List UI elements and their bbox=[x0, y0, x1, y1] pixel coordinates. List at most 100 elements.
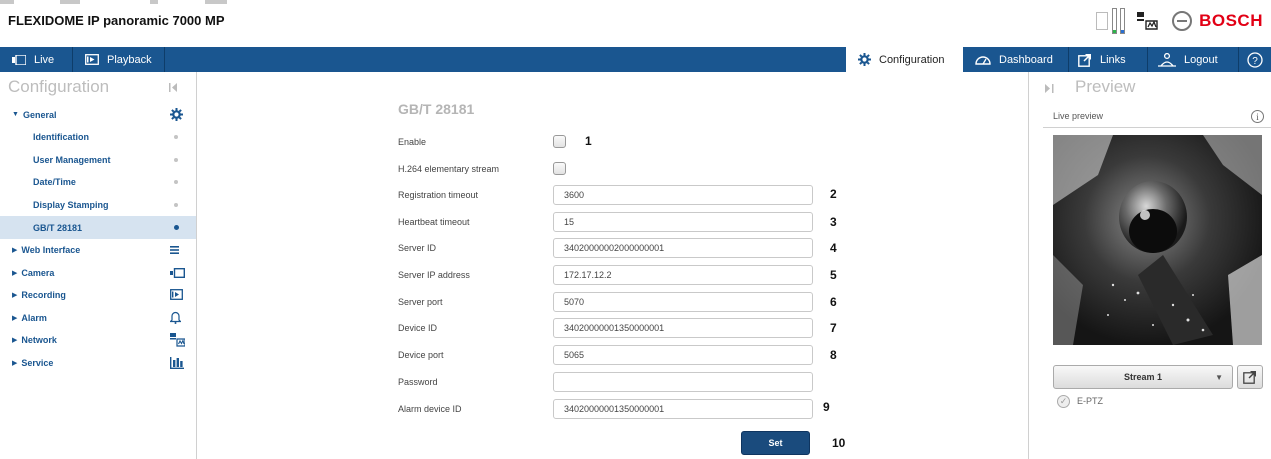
server-port-label: Server port bbox=[398, 297, 443, 307]
signal-bar-icon bbox=[1112, 8, 1118, 34]
sidebar-item-date-time[interactable]: Date/Time bbox=[0, 170, 196, 193]
collapsed-arrow-icon: ▶ bbox=[12, 314, 18, 322]
sidebar-item-label: User Management bbox=[33, 154, 111, 165]
nav-configuration[interactable]: Configuration bbox=[846, 47, 963, 72]
sidebar-item-display-stamping[interactable]: Display Stamping bbox=[0, 193, 196, 216]
network-status-icon[interactable] bbox=[1136, 11, 1158, 31]
collapsed-arrow-icon: ▶ bbox=[12, 291, 18, 299]
sidebar-item-label: Identification bbox=[33, 131, 89, 142]
nav-dashboard-label: Dashboard bbox=[999, 53, 1053, 66]
bosch-logo: BOSCH bbox=[1172, 11, 1263, 31]
eptz-checkbox[interactable]: ✓ bbox=[1057, 395, 1070, 408]
server-port-field[interactable] bbox=[553, 292, 813, 312]
set-button[interactable]: Set bbox=[741, 431, 810, 455]
status-dot-icon bbox=[174, 179, 178, 184]
sidebar-group-web-interface[interactable]: ▶ Web Interface bbox=[0, 238, 196, 261]
recording-icon bbox=[170, 283, 183, 306]
callout-number: 5 bbox=[830, 268, 837, 282]
callout-number: 1 bbox=[585, 134, 592, 148]
callout-number: 10 bbox=[832, 436, 846, 450]
callout-number: 3 bbox=[830, 215, 837, 229]
list-icon bbox=[170, 238, 179, 261]
collapsed-arrow-icon: ▶ bbox=[12, 336, 18, 344]
h264-stream-label: H.264 elementary stream bbox=[398, 164, 500, 174]
collapsed-arrow-icon: ▶ bbox=[12, 359, 18, 367]
password-field[interactable] bbox=[553, 372, 813, 392]
sidebar-group-camera[interactable]: ▶ Camera bbox=[0, 261, 196, 284]
server-ip-label: Server IP address bbox=[398, 270, 470, 280]
top-header: FLEXIDOME IP panoramic 7000 MP BOSCH bbox=[0, 0, 1271, 43]
collapse-sidebar-icon[interactable] bbox=[169, 83, 178, 92]
info-icon[interactable]: i bbox=[1251, 110, 1264, 123]
password-label: Password bbox=[398, 377, 438, 387]
sidebar-item-user-management[interactable]: User Management bbox=[0, 148, 196, 171]
device-id-field[interactable] bbox=[553, 318, 813, 338]
active-dot-icon bbox=[174, 225, 179, 230]
brand-name: BOSCH bbox=[1199, 11, 1263, 30]
sidebar-item-identification[interactable]: Identification bbox=[0, 125, 196, 148]
nav-dashboard[interactable]: Dashboard bbox=[975, 47, 1053, 72]
sidebar-group-label: Web Interface bbox=[21, 244, 81, 255]
expand-preview-icon[interactable] bbox=[1045, 84, 1054, 93]
collapsed-arrow-icon: ▶ bbox=[12, 269, 18, 277]
status-indicator-icon bbox=[1096, 12, 1109, 30]
registration-timeout-field[interactable] bbox=[553, 185, 813, 205]
status-dot-icon bbox=[174, 134, 178, 139]
nav-logout[interactable]: Logout bbox=[1158, 47, 1218, 72]
server-ip-field[interactable] bbox=[553, 265, 813, 285]
sidebar-group-label: General bbox=[22, 109, 57, 120]
expanded-arrow-icon: ▼ bbox=[12, 111, 19, 118]
live-preview-label: Live preview bbox=[1053, 111, 1104, 121]
sidebar-group-recording[interactable]: ▶ Recording bbox=[0, 283, 196, 306]
live-icon bbox=[12, 54, 26, 65]
sidebar-group-label: Network bbox=[21, 334, 57, 345]
nav-playback-label: Playback bbox=[107, 53, 152, 66]
device-port-label: Device port bbox=[398, 350, 444, 360]
bosch-armature-icon bbox=[1172, 11, 1193, 31]
nav-live[interactable]: Live bbox=[12, 47, 54, 72]
sidebar-group-service[interactable]: ▶ Service bbox=[0, 351, 196, 374]
status-dot bbox=[170, 193, 178, 216]
nav-divider bbox=[1147, 47, 1148, 72]
sidebar-group-alarm[interactable]: ▶ Alarm bbox=[0, 306, 196, 329]
signal-bar-icon bbox=[1120, 8, 1126, 34]
enable-label: Enable bbox=[398, 137, 427, 147]
enable-checkbox[interactable] bbox=[553, 135, 566, 148]
h264-stream-checkbox[interactable] bbox=[553, 162, 566, 175]
stream-select[interactable]: Stream 1 ▼ bbox=[1053, 365, 1233, 389]
alarm-device-id-field[interactable] bbox=[553, 399, 813, 419]
device-port-field[interactable] bbox=[553, 345, 813, 365]
main-navbar: Live Playback Configuration Dashboard Li… bbox=[0, 47, 1271, 72]
sidebar-group-label: Recording bbox=[21, 289, 66, 300]
nav-live-label: Live bbox=[34, 53, 55, 66]
nav-links[interactable]: Links bbox=[1078, 47, 1126, 72]
camera-icon bbox=[170, 261, 185, 284]
callout-number: 7 bbox=[830, 321, 837, 335]
nav-help[interactable]: ? bbox=[1247, 47, 1263, 72]
status-dot bbox=[170, 170, 178, 193]
server-id-field[interactable] bbox=[553, 238, 813, 258]
registration-timeout-label: Registration timeout bbox=[398, 190, 479, 200]
sidebar-item-label: Date/Time bbox=[33, 176, 76, 187]
sidebar-group-network[interactable]: ▶ Network bbox=[0, 328, 196, 351]
nav-logout-label: Logout bbox=[1184, 53, 1218, 66]
page-title: GB/T 28181 bbox=[398, 101, 475, 117]
collapsed-arrow-icon: ▶ bbox=[12, 246, 18, 254]
product-title: FLEXIDOME IP panoramic 7000 MP bbox=[8, 13, 225, 28]
header-status-area: BOSCH bbox=[1096, 8, 1271, 34]
callout-number: 4 bbox=[830, 241, 837, 255]
network-icon bbox=[170, 328, 185, 351]
sidebar-group-label: Camera bbox=[21, 267, 55, 278]
config-sidebar: Configuration ▼ General Identification U… bbox=[0, 72, 197, 459]
sidebar-group-general[interactable]: ▼ General bbox=[0, 103, 196, 126]
live-video-preview[interactable] bbox=[1053, 135, 1262, 345]
sidebar-item-label: GB/T 28181 bbox=[33, 222, 83, 233]
status-dot bbox=[170, 216, 179, 239]
nav-links-label: Links bbox=[1100, 53, 1126, 66]
heartbeat-timeout-field[interactable] bbox=[553, 212, 813, 232]
sidebar-item-gbt-28181[interactable]: GB/T 28181 bbox=[0, 216, 196, 239]
callout-number: 9 bbox=[823, 400, 830, 414]
playback-icon bbox=[85, 54, 99, 65]
nav-playback[interactable]: Playback bbox=[85, 47, 152, 72]
pop-out-button[interactable] bbox=[1237, 365, 1263, 389]
